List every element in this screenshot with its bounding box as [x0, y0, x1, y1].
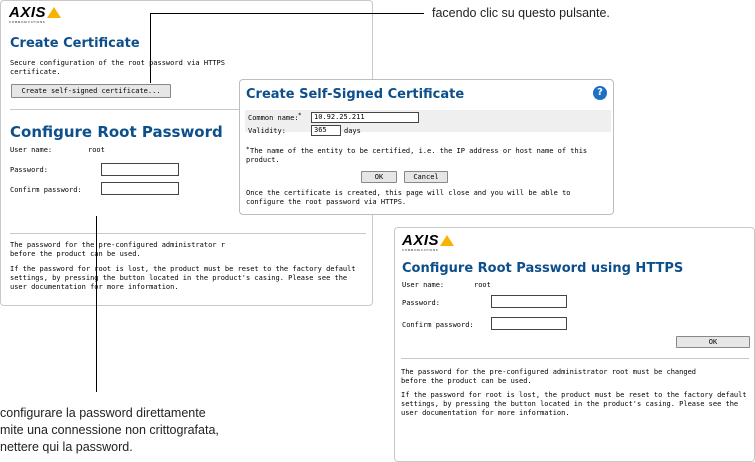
note-1-line-1: The password for the pre-configured admi… — [401, 368, 697, 376]
note-1-line-1: The password for the pre-configured admi… — [10, 241, 225, 249]
user-name-value: root — [474, 281, 491, 289]
callout-line-top-vertical — [150, 13, 151, 83]
validity-input[interactable]: 365 — [311, 125, 341, 136]
password-label: Password: — [10, 166, 48, 174]
create-certificate-desc-2: certificate. — [10, 68, 61, 76]
divider — [401, 358, 749, 359]
axis-logo-subtitle: COMMUNICATIONS — [402, 248, 439, 252]
validity-label: Validity: — [248, 127, 286, 135]
axis-logo: AXIS COMMUNICATIONS — [402, 232, 455, 252]
password-input[interactable] — [491, 295, 567, 308]
axis-logo: AXIS COMMUNICATIONS — [9, 4, 62, 24]
axis-logo-subtitle: COMMUNICATIONS — [9, 20, 46, 24]
callout-line-top-horizontal — [150, 13, 424, 14]
axis-logo-triangle-icon — [440, 235, 455, 246]
callout-line-bottom-vertical — [96, 216, 97, 392]
axis-logo-text: AXIS — [9, 4, 47, 21]
ok-button[interactable]: OK — [361, 171, 397, 183]
asterisk: * — [298, 112, 302, 119]
callout-bottom-left-2: mite una connessione non crittografata, — [0, 423, 219, 437]
note-2-line-2: settings, by pressing the button located… — [10, 274, 348, 282]
configure-root-password-https-title: Configure Root Password using HTTPS — [402, 261, 684, 276]
callout-bottom-left-1: configurare la password direttamente — [0, 406, 206, 420]
create-self-signed-certificate-dialog: Create Self-Signed Certificate ? Common … — [239, 79, 614, 215]
create-certificate-desc-1: Secure configuration of the root passwor… — [10, 59, 225, 67]
create-self-signed-certificate-button[interactable]: Create self-signed certificate... — [11, 84, 171, 98]
confirm-password-label: Confirm password: — [10, 186, 82, 194]
axis-logo-triangle-icon — [47, 7, 62, 18]
info-line-2: configure the root password via HTTPS. — [246, 198, 407, 206]
user-name-label: User name: — [10, 146, 53, 154]
help-icon-glyph: ? — [597, 87, 603, 98]
note-1-line-2: before the product can be used. — [10, 250, 141, 258]
note-1-line-2: before the product can be used. — [401, 377, 532, 385]
cancel-button[interactable]: Cancel — [404, 171, 448, 183]
days-label: days — [344, 127, 361, 135]
callout-bottom-left-3: nettere qui la password. — [0, 440, 133, 454]
info-line-1: Once the certificate is created, this pa… — [246, 189, 571, 197]
common-name-input[interactable]: 10.92.25.211 — [311, 112, 419, 123]
help-icon[interactable]: ? — [593, 86, 607, 100]
axis-logo-text: AXIS — [402, 232, 440, 249]
callout-top-right: facendo clic su questo pulsante. — [432, 6, 610, 20]
password-input[interactable] — [101, 163, 179, 176]
note-2-line-1: If the password for root is lost, the pr… — [401, 391, 747, 399]
confirm-password-label: Confirm password: — [402, 321, 474, 329]
footnote-line-2: product. — [246, 156, 280, 164]
divider — [10, 233, 366, 234]
note-2-line-3: user documentation for more information. — [10, 283, 179, 291]
common-name-label: Common name: — [248, 114, 299, 122]
user-name-value: root — [88, 146, 105, 154]
note-2-line-3: user documentation for more information. — [401, 409, 570, 417]
configure-root-password-title: Configure Root Password — [10, 123, 223, 141]
note-2-line-2: settings, by pressing the button located… — [401, 400, 739, 408]
create-certificate-title: Create Certificate — [10, 36, 140, 51]
note-2-line-1: If the password for root is lost, the pr… — [10, 265, 356, 273]
password-label: Password: — [402, 299, 440, 307]
footnote-line-1: The name of the entity to be certified, … — [250, 147, 588, 155]
ok-button[interactable]: OK — [676, 336, 750, 348]
confirm-password-input[interactable] — [491, 317, 567, 330]
confirm-password-input[interactable] — [101, 182, 179, 195]
dialog-title: Create Self-Signed Certificate — [246, 87, 465, 102]
configure-root-password-https-panel: AXIS COMMUNICATIONS Configure Root Passw… — [394, 227, 755, 462]
user-name-label: User name: — [402, 281, 445, 289]
